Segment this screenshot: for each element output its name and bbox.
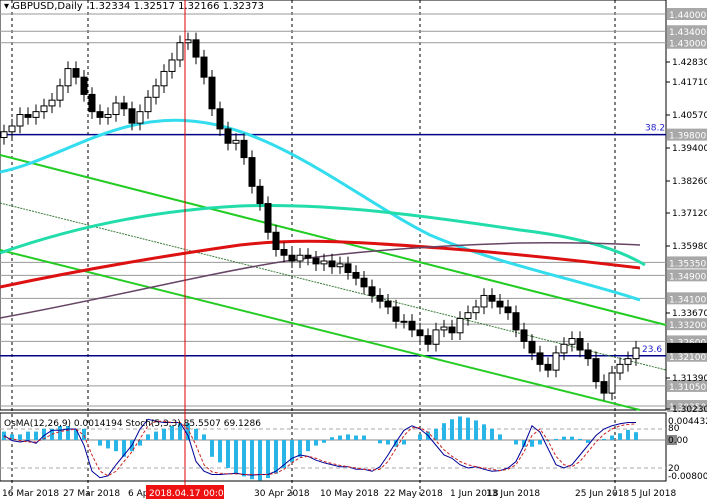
osma-bar	[626, 429, 630, 440]
osma-bar	[514, 440, 518, 445]
osma-bar	[266, 440, 270, 479]
stoch-tick: 20	[668, 464, 680, 474]
osma-bar	[378, 440, 382, 444]
osma-bar	[402, 440, 406, 445]
osma-bar	[82, 428, 86, 440]
osma-bar	[306, 440, 310, 452]
price-tick: 1.42830	[672, 58, 707, 68]
price-tick: 1.35980	[672, 242, 707, 252]
date-tick: 25 Jun 2018	[575, 489, 629, 499]
osma-bar	[10, 434, 14, 440]
osma-bar	[98, 440, 102, 446]
ohlc-values: 1.32334 1.32517 1.32166 1.32373	[89, 1, 265, 12]
osma-bar	[466, 417, 470, 440]
osma-bar	[618, 433, 622, 440]
level-label: 1.43000	[669, 40, 706, 50]
date-tick: 5 Jul 2018	[631, 489, 676, 499]
osma-bar	[242, 440, 246, 477]
level-label: 1.35350	[669, 259, 706, 269]
stoch-tick: 80	[668, 424, 680, 434]
price-tick: 1.39400	[672, 144, 707, 154]
osma-bar	[498, 434, 502, 440]
osma-bar	[338, 435, 342, 440]
symbol-label: GBPUSD,Daily	[12, 1, 83, 12]
level-label: 1.31050	[669, 383, 706, 393]
osma-bar	[570, 436, 574, 440]
osma-bar	[610, 435, 614, 440]
osma-bar	[474, 420, 478, 440]
osma-bar	[578, 438, 582, 440]
indicator-title: OsMA(12,26,9) 0.0014194 Stoch(5,3,3) 85.…	[4, 419, 261, 429]
osma-bar	[114, 440, 118, 452]
osma-tick: 0.00	[668, 436, 688, 446]
osma-bar	[458, 416, 462, 440]
crosshair-date: 2018.04.17 00:00	[149, 489, 230, 499]
level-label: 1.34900	[669, 272, 706, 282]
osma-bar	[354, 435, 358, 440]
osma-bar	[634, 432, 638, 440]
candle	[208, 70, 216, 116]
osma-bar	[106, 440, 110, 449]
osma-bar	[250, 440, 254, 480]
level-label: 1.32100	[669, 353, 706, 363]
price-tick: 1.41710	[672, 78, 707, 88]
osma-bar	[274, 440, 278, 474]
level-label: 1.33200	[669, 321, 706, 331]
date-tick: 13 Jun 2018	[486, 489, 540, 499]
osma-bar	[234, 440, 238, 474]
price-tick: 1.37120	[672, 209, 707, 219]
osma-bar	[314, 440, 318, 446]
price-tick: 1.33670	[672, 309, 707, 319]
fib-label: 23.6	[642, 345, 662, 355]
date-tick: 16 Mar 2018	[2, 489, 59, 499]
osma-bar	[322, 440, 326, 443]
osma-bar	[530, 440, 534, 447]
osma-bar	[362, 435, 366, 440]
osma-bar	[602, 438, 606, 440]
osma-bar	[386, 440, 390, 445]
osma-bar	[210, 440, 214, 457]
osma-bar	[418, 434, 422, 440]
osma-bar	[562, 436, 566, 440]
osma-bar	[442, 423, 446, 440]
osma-bar	[34, 431, 38, 440]
price-tick: 1.30230	[672, 405, 707, 415]
osma-bar	[330, 437, 334, 440]
date-tick: 30 Apr 2018	[254, 489, 310, 499]
osma-bar	[162, 428, 166, 440]
price-tick: 1.38260	[672, 177, 707, 187]
date-tick: 27 Mar 2018	[63, 489, 120, 499]
osma-bar	[554, 438, 558, 440]
date-tick: 10 May 2018	[320, 489, 379, 499]
osma-bar	[346, 434, 350, 440]
osma-bar	[194, 428, 198, 440]
osma-bar	[202, 434, 206, 440]
level-label: 1.34100	[669, 295, 706, 305]
osma-bar	[482, 424, 486, 440]
dropdown-icon[interactable]: ▾	[4, 1, 12, 12]
chart-title: ▾ GBPUSD,Daily 1.32334 1.32517 1.32166 1…	[4, 1, 264, 12]
osma-bar	[538, 440, 542, 445]
osma-bar	[586, 440, 590, 443]
price-tick: 1.40570	[672, 111, 707, 121]
fib-label: 38.2	[645, 124, 665, 134]
osma-bar	[450, 419, 454, 440]
osma-bar	[434, 428, 438, 440]
current-price-marker	[667, 342, 707, 353]
osma-bar	[490, 428, 494, 440]
level-label: 1.39800	[669, 132, 706, 142]
osma-bar	[18, 434, 22, 440]
osma-bar	[26, 431, 30, 440]
osma-bar	[218, 440, 222, 463]
osma-bar	[298, 440, 302, 457]
level-label: 1.44000	[669, 11, 706, 21]
osma-bar	[146, 434, 150, 440]
osma-bar	[154, 431, 158, 440]
price-tick: 1.31390	[672, 374, 707, 384]
date-tick: 22 May 2018	[384, 489, 443, 499]
price-chart[interactable]: 38.223.6 1.440001.434001.430001.398001.3…	[0, 0, 707, 503]
osma-bar	[226, 440, 230, 468]
